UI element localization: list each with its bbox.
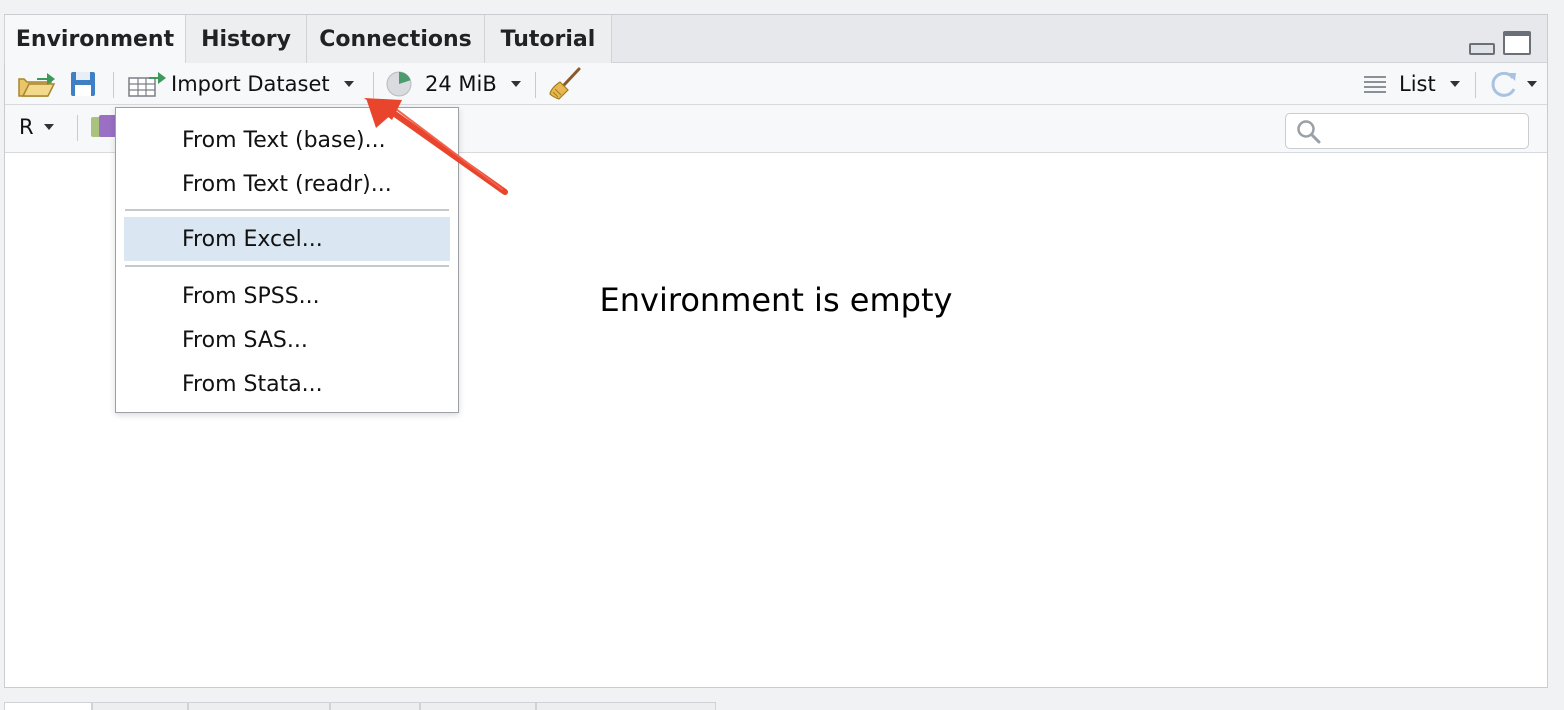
tab-label: History	[201, 26, 291, 52]
bottom-tab[interactable]	[330, 702, 420, 710]
import-dataset-menu: From Text (base)... From Text (readr)...…	[115, 107, 459, 413]
toolbar-separator	[113, 72, 114, 98]
chevron-down-icon	[510, 81, 521, 87]
search-input[interactable]	[1326, 118, 1522, 144]
clear-workspace-button[interactable]	[547, 63, 583, 105]
menu-item-from-stata[interactable]: From Stata...	[124, 362, 450, 406]
menu-item-from-text-readr[interactable]: From Text (readr)...	[124, 162, 450, 206]
tab-label: Connections	[319, 26, 472, 52]
chevron-down-icon	[43, 124, 54, 130]
language-label: R	[19, 115, 34, 139]
menu-item-from-text-base[interactable]: From Text (base)...	[124, 118, 450, 162]
refresh-button[interactable]	[1489, 63, 1537, 105]
menu-separator	[125, 209, 449, 211]
language-select[interactable]: R	[19, 105, 54, 149]
global-environment-icon[interactable]	[91, 115, 117, 139]
load-workspace-button[interactable]	[17, 63, 57, 105]
open-folder-icon	[18, 73, 56, 97]
tab-label: Environment	[15, 27, 175, 52]
memory-usage-label: 24 MiB	[425, 72, 497, 96]
bottom-tab[interactable]	[4, 702, 92, 710]
tab-connections[interactable]: Connections	[307, 15, 485, 63]
broom-icon	[549, 67, 581, 100]
save-workspace-button[interactable]	[69, 63, 97, 105]
chevron-down-icon	[1527, 81, 1537, 87]
refresh-icon	[1491, 71, 1516, 97]
menu-item-from-excel[interactable]: From Excel...	[124, 217, 450, 261]
search-field[interactable]	[1285, 113, 1529, 149]
maximize-pane-icon[interactable]	[1503, 31, 1531, 55]
memory-pie-icon	[386, 71, 412, 97]
menu-item-from-sas[interactable]: From SAS...	[124, 318, 450, 362]
menu-item-label: From Excel...	[182, 226, 323, 252]
chevron-down-icon	[343, 81, 354, 87]
bottom-tab[interactable]	[188, 702, 330, 710]
bottom-pane-tab-strip	[4, 702, 1548, 710]
chevron-down-icon	[1449, 81, 1460, 87]
list-icon	[1364, 76, 1386, 93]
window-controls	[1467, 31, 1531, 55]
memory-usage-button[interactable]: 24 MiB	[385, 63, 521, 105]
bottom-tab[interactable]	[420, 702, 536, 710]
search-icon	[1297, 120, 1321, 144]
menu-item-from-spss[interactable]: From SPSS...	[124, 274, 450, 318]
view-mode-label: List	[1399, 72, 1436, 96]
toolbar-separator	[373, 72, 374, 98]
import-dataset-label: Import Dataset	[171, 72, 330, 96]
menu-separator	[125, 265, 449, 267]
bottom-tab[interactable]	[536, 702, 716, 710]
toolbar-separator	[1475, 72, 1476, 98]
menu-item-label: From SAS...	[182, 327, 308, 353]
tab-environment[interactable]: Environment	[4, 15, 186, 64]
toolbar-separator	[77, 115, 78, 141]
menu-item-label: From SPSS...	[182, 283, 320, 309]
tab-tutorial[interactable]: Tutorial	[485, 15, 612, 63]
menu-item-label: From Text (readr)...	[182, 171, 392, 197]
environment-toolbar: Import Dataset 24 MiB List	[5, 63, 1547, 105]
save-icon	[71, 72, 95, 96]
pane-tab-bar: Environment History Connections Tutorial	[4, 15, 1547, 64]
tab-history[interactable]: History	[186, 15, 307, 63]
tab-label: Tutorial	[500, 26, 596, 52]
bottom-tab[interactable]	[92, 702, 188, 710]
import-table-icon	[128, 72, 166, 97]
view-mode-button[interactable]: List	[1363, 63, 1460, 105]
menu-item-label: From Stata...	[182, 371, 323, 397]
import-dataset-button[interactable]: Import Dataset	[127, 63, 354, 105]
minimize-pane-icon[interactable]	[1467, 31, 1495, 55]
toolbar-separator	[535, 72, 536, 98]
menu-item-label: From Text (base)...	[182, 127, 386, 153]
